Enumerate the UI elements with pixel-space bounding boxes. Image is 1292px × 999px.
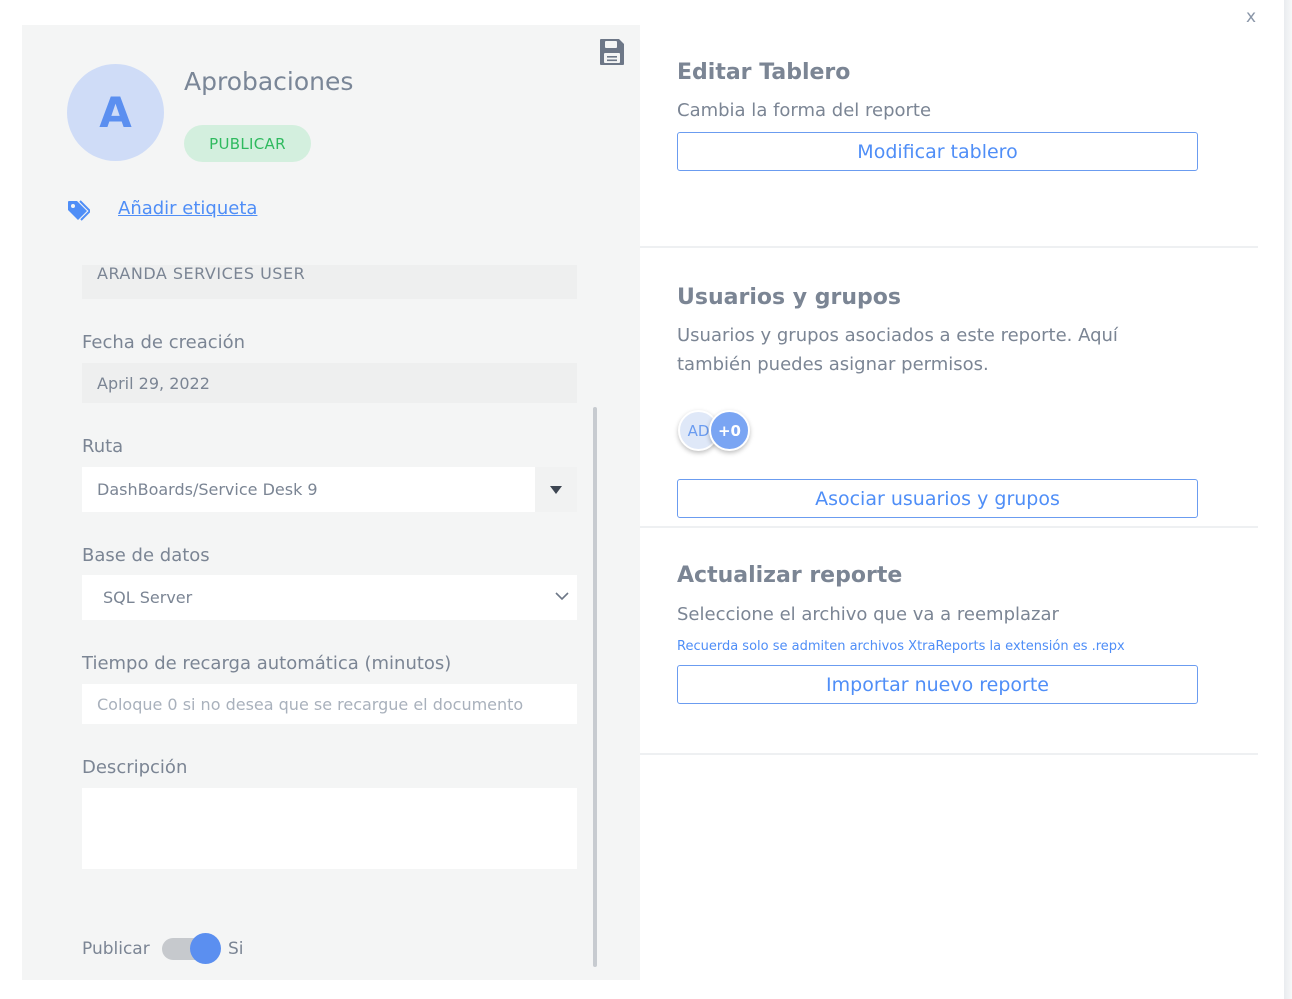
edit-board-title: Editar Tablero bbox=[677, 60, 851, 85]
database-value: SQL Server bbox=[103, 588, 193, 607]
toggle-knob bbox=[190, 933, 221, 964]
owner-field: ARANDA SERVICES USER bbox=[82, 265, 577, 299]
description-textarea[interactable] bbox=[82, 788, 577, 869]
report-info-panel: A Aprobaciones PUBLICAR Añadir etiqueta … bbox=[22, 25, 640, 980]
file-format-note: Recuerda solo se admiten archivos XtraRe… bbox=[677, 639, 1125, 654]
caret-down-icon bbox=[550, 485, 562, 494]
route-dropdown-button[interactable] bbox=[535, 467, 577, 512]
reload-time-input[interactable]: Coloque 0 si no desea que se recargue el… bbox=[82, 684, 577, 724]
report-avatar: A bbox=[67, 64, 164, 161]
chevron-down-icon bbox=[555, 592, 569, 601]
associate-users-button[interactable]: Asociar usuarios y grupos bbox=[677, 479, 1198, 518]
more-users-avatar[interactable]: +0 bbox=[709, 410, 750, 451]
publish-toggle[interactable] bbox=[162, 933, 221, 964]
edit-board-section: Editar Tablero Cambia la forma del repor… bbox=[640, 25, 1258, 247]
publish-toggle-state: Si bbox=[228, 939, 244, 959]
import-report-button[interactable]: Importar nuevo reporte bbox=[677, 665, 1198, 704]
route-label: Ruta bbox=[82, 436, 124, 457]
database-label: Base de datos bbox=[82, 545, 210, 566]
associated-users-avatars[interactable]: AD +0 bbox=[678, 410, 758, 454]
description-label: Descripción bbox=[82, 757, 188, 778]
edit-board-subtitle: Cambia la forma del reporte bbox=[677, 100, 932, 121]
users-groups-title: Usuarios y grupos bbox=[677, 285, 901, 310]
close-button[interactable]: x bbox=[1246, 7, 1256, 27]
publish-toggle-label: Publicar bbox=[82, 939, 150, 959]
add-tag-link[interactable]: Añadir etiqueta bbox=[118, 198, 257, 219]
form-scroll-area[interactable]: ARANDA SERVICES USER Fecha de creación A… bbox=[22, 265, 640, 980]
reload-time-placeholder: Coloque 0 si no desea que se recargue el… bbox=[97, 694, 524, 714]
users-groups-subtitle: Usuarios y grupos asociados a este repor… bbox=[677, 325, 1118, 375]
publish-status-badge[interactable]: PUBLICAR bbox=[184, 125, 311, 162]
scrollbar[interactable] bbox=[593, 407, 597, 967]
database-select[interactable]: SQL Server bbox=[82, 575, 577, 620]
update-report-subtitle: Seleccione el archivo que va a reemplaza… bbox=[677, 604, 1059, 625]
save-icon[interactable] bbox=[598, 37, 626, 67]
divider bbox=[640, 753, 1258, 755]
reload-time-label: Tiempo de recarga automática (minutos) bbox=[82, 653, 452, 674]
update-report-section: Actualizar reporte Seleccione el archivo… bbox=[640, 528, 1258, 754]
report-actions-panel: Editar Tablero Cambia la forma del repor… bbox=[640, 25, 1258, 985]
modify-board-button[interactable]: Modificar tablero bbox=[677, 132, 1198, 171]
modal-edge bbox=[1284, 0, 1292, 999]
creation-date-field: April 29, 2022 bbox=[82, 363, 577, 403]
update-report-title: Actualizar reporte bbox=[677, 563, 903, 588]
tag-icon bbox=[68, 200, 90, 221]
route-select[interactable]: DashBoards/Service Desk 9 bbox=[82, 467, 577, 512]
report-title: Aprobaciones bbox=[184, 67, 354, 96]
route-value: DashBoards/Service Desk 9 bbox=[97, 480, 318, 499]
creation-date-label: Fecha de creación bbox=[82, 332, 246, 353]
